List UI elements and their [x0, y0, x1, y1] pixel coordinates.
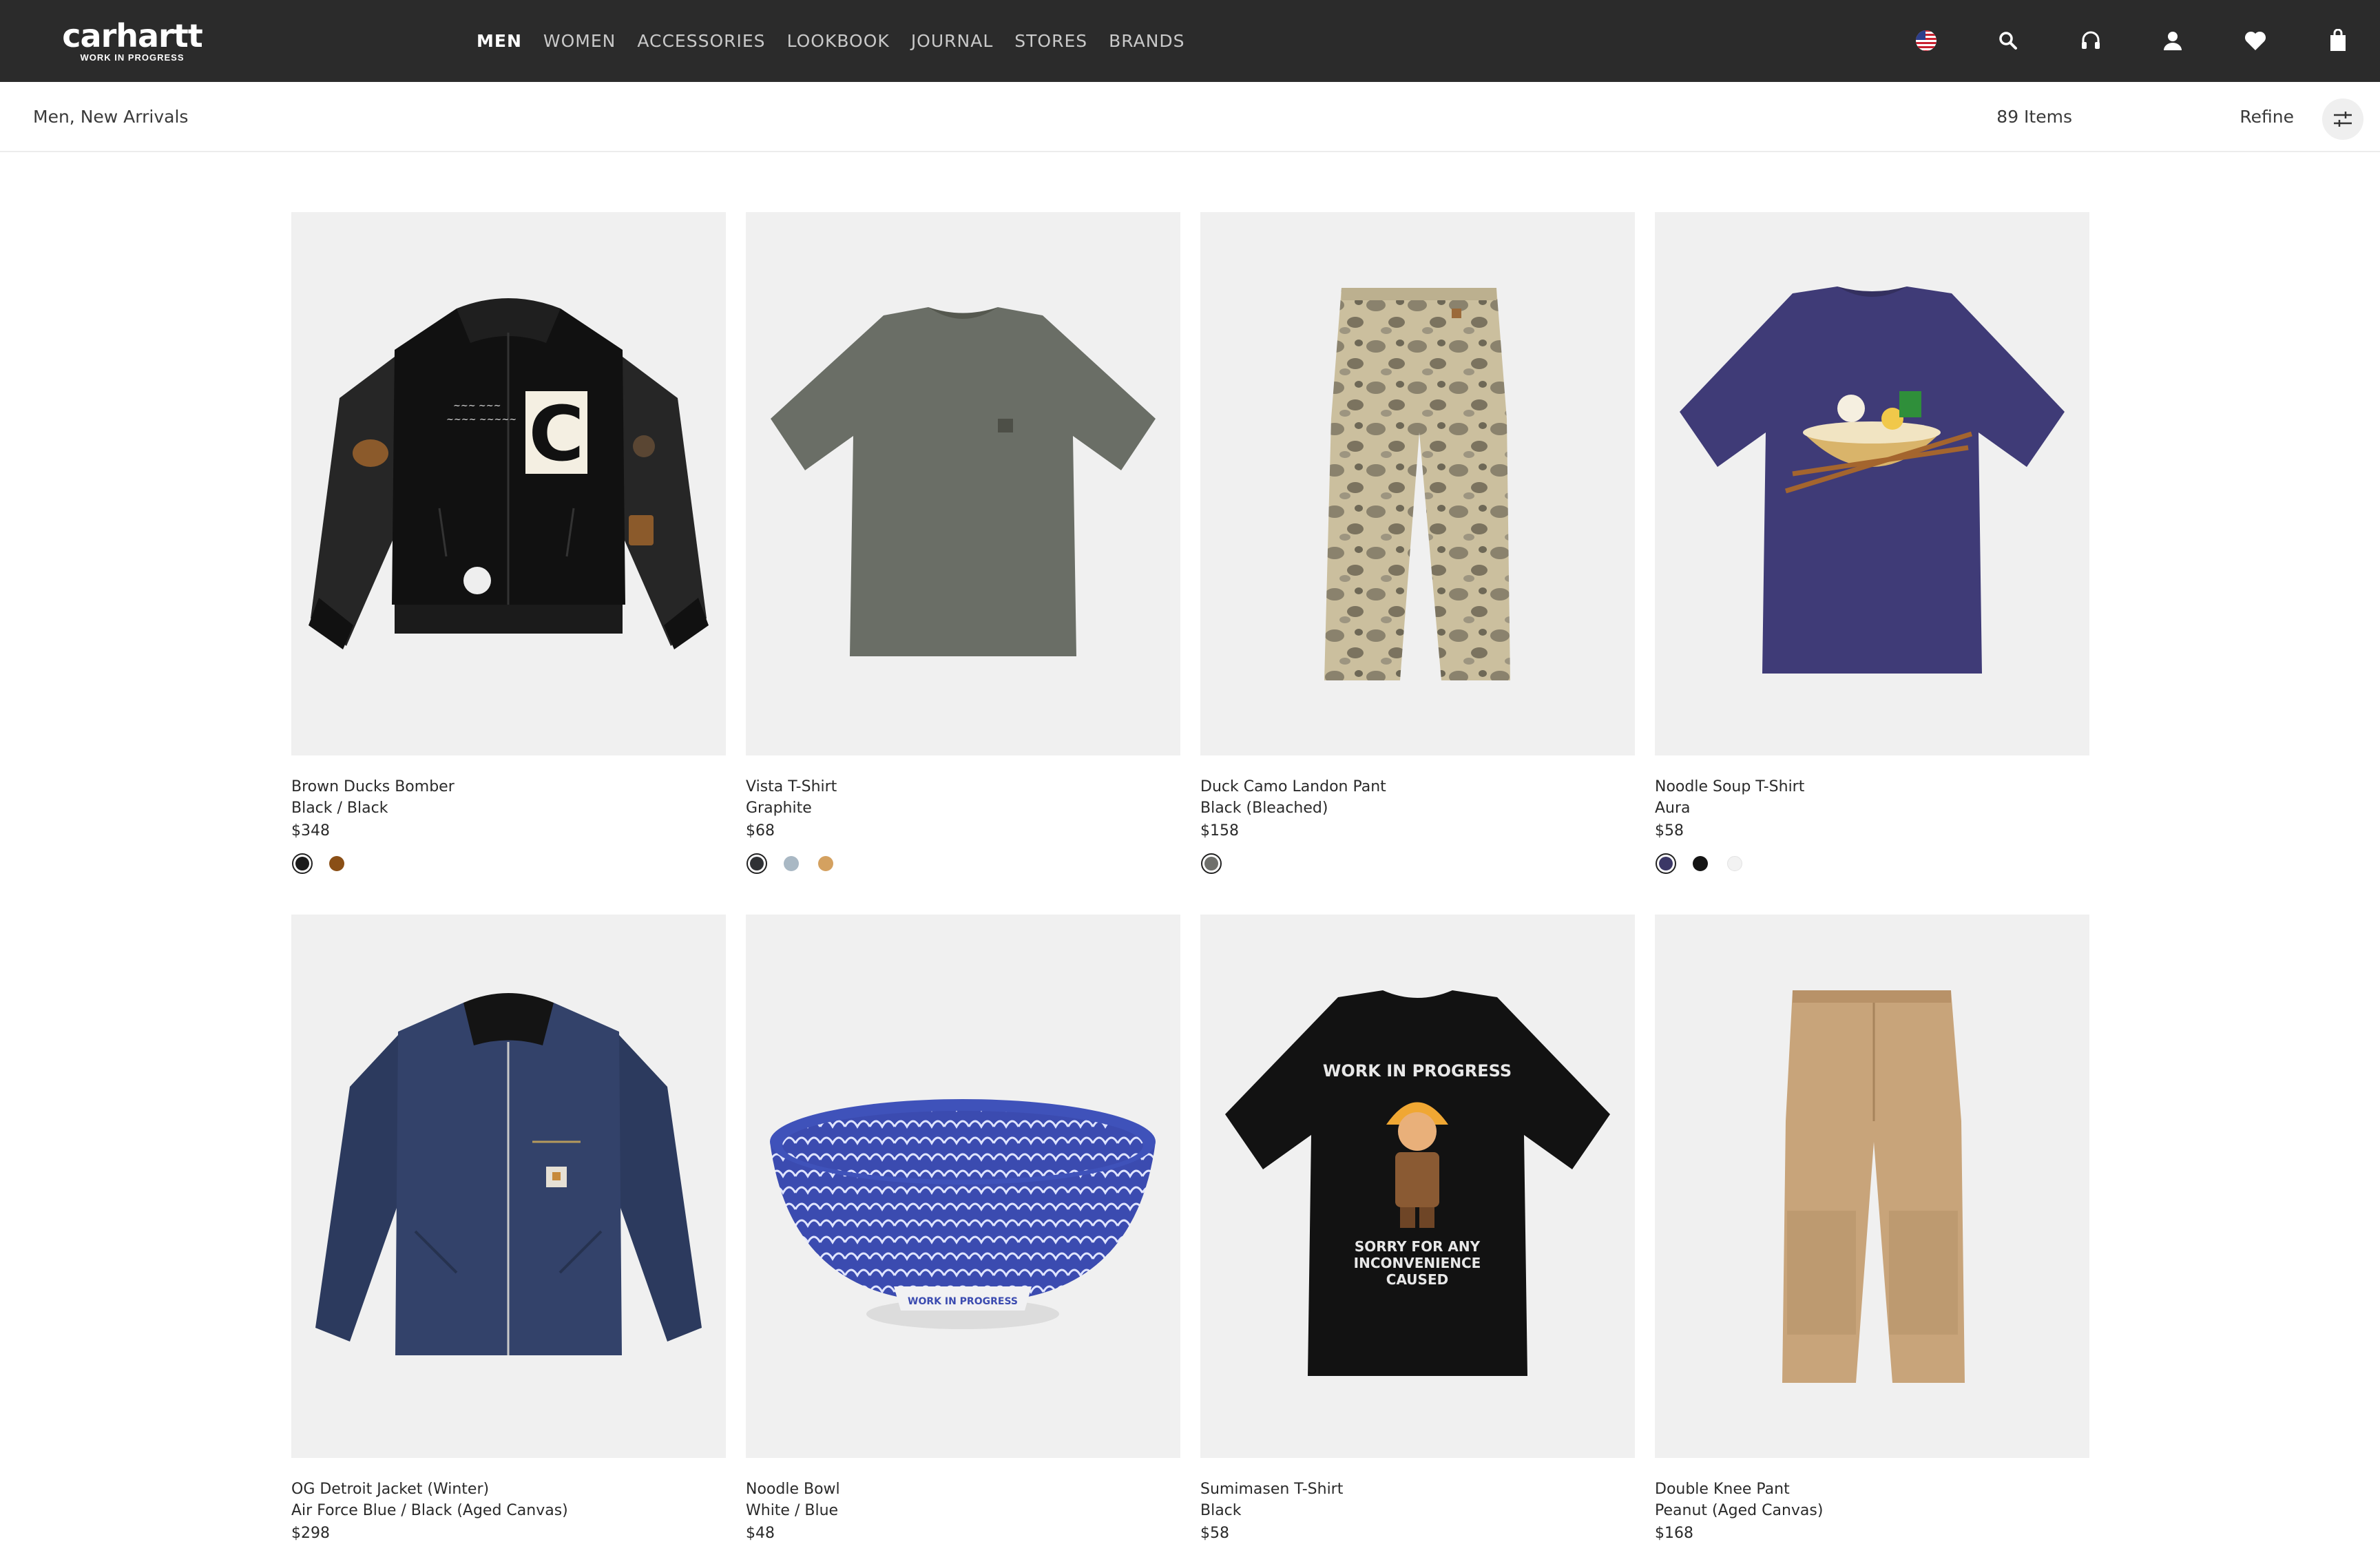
color-swatch-brown[interactable]	[329, 856, 344, 871]
product-color: Peanut (Aged Canvas)	[1655, 1502, 1824, 1519]
product-color: Graphite	[746, 800, 812, 817]
product-name[interactable]: Sumimasen T-Shirt	[1200, 1479, 1635, 1500]
svg-text:C: C	[529, 390, 585, 478]
product-price: $158	[1200, 822, 1239, 839]
color-swatch-aura[interactable]	[1656, 853, 1676, 874]
product-image[interactable]: WORK IN PROGRESS	[746, 915, 1180, 1458]
nav-item-women[interactable]: WOMEN	[543, 31, 616, 51]
color-swatch-white[interactable]	[1727, 856, 1742, 871]
product-price: $348	[291, 822, 330, 839]
tshirt-print-text: SORRY FOR ANY INCONVENIENCE CAUSED	[1353, 1238, 1481, 1288]
color-swatch-light-blue[interactable]	[784, 856, 799, 871]
nav-item-stores[interactable]: STORES	[1014, 31, 1087, 51]
product-meta: Noodle Soup T-Shirt Aura $58	[1655, 755, 2089, 875]
wishlist-heart-icon[interactable]	[2238, 23, 2273, 58]
refine-filter-button[interactable]	[2322, 98, 2363, 140]
product-image[interactable]	[1655, 915, 2089, 1458]
product-meta: Sumimasen T-Shirt Black $58	[1200, 1458, 1635, 1544]
product-card[interactable]: Double Knee Pant Peanut (Aged Canvas) $1…	[1655, 915, 2089, 1544]
product-image[interactable]	[746, 212, 1180, 755]
main-nav: MEN WOMEN ACCESSORIES LOOKBOOK JOURNAL S…	[477, 0, 1185, 82]
product-meta: Noodle Bowl White / Blue $48	[746, 1458, 1180, 1544]
product-price: $58	[1200, 1525, 1229, 1542]
product-name[interactable]: Brown Ducks Bomber	[291, 776, 726, 797]
product-name[interactable]: Duck Camo Landon Pant	[1200, 776, 1635, 797]
product-card[interactable]: C ~~~ ~~~ ~~~~ ~~~~~ Brown Ducks Bomber …	[291, 212, 726, 875]
account-icon[interactable]	[2155, 23, 2190, 58]
nav-item-brands[interactable]: BRANDS	[1109, 31, 1184, 51]
product-name[interactable]: Noodle Soup T-Shirt	[1655, 776, 2089, 797]
product-color: Black (Bleached)	[1200, 800, 1328, 817]
nav-item-lookbook[interactable]: LOOKBOOK	[787, 31, 890, 51]
product-price: $48	[746, 1525, 775, 1542]
site-header: carhartt WORK IN PROGRESS MEN WOMEN ACCE…	[0, 0, 2380, 82]
product-image[interactable]: WORK IN PROGRESS SORRY FOR ANY INCONVENI…	[1200, 915, 1635, 1458]
color-swatches	[1200, 853, 1635, 875]
carhartt-wip-logo[interactable]: carhartt WORK IN PROGRESS	[43, 17, 222, 63]
product-color: Black	[1200, 1502, 1242, 1519]
product-price: $298	[291, 1525, 330, 1542]
product-image[interactable]	[1655, 212, 2089, 755]
color-swatches	[291, 853, 726, 875]
svg-text:WORK IN PROGRESS: WORK IN PROGRESS	[1323, 1061, 1512, 1081]
product-color: Aura	[1655, 800, 1691, 817]
product-price: $168	[1655, 1525, 1693, 1542]
svg-text:~~~ ~~~: ~~~ ~~~	[453, 401, 501, 411]
headset-icon[interactable]	[2074, 23, 2108, 58]
breadcrumb: Men, New Arrivals	[33, 107, 189, 127]
color-swatches	[746, 853, 1180, 875]
product-meta: OG Detroit Jacket (Winter) Air Force Blu…	[291, 1458, 726, 1544]
refine-label[interactable]: Refine	[2240, 107, 2294, 127]
product-card[interactable]: OG Detroit Jacket (Winter) Air Force Blu…	[291, 915, 726, 1544]
nav-item-journal[interactable]: JOURNAL	[911, 31, 993, 51]
color-swatch-tan[interactable]	[818, 856, 833, 871]
product-card[interactable]: Vista T-Shirt Graphite $68	[746, 212, 1180, 875]
color-swatch-black[interactable]	[292, 853, 313, 874]
product-name[interactable]: Vista T-Shirt	[746, 776, 1180, 797]
product-color: Air Force Blue / Black (Aged Canvas)	[291, 1502, 568, 1519]
logo-wordmark: carhartt	[62, 17, 202, 54]
product-name[interactable]: OG Detroit Jacket (Winter)	[291, 1479, 726, 1500]
product-image[interactable]	[1200, 212, 1635, 755]
product-price: $68	[746, 822, 775, 839]
product-image[interactable]	[291, 915, 726, 1458]
search-icon[interactable]	[1991, 23, 2025, 58]
product-color: Black / Black	[291, 800, 388, 817]
shopping-bag-icon[interactable]	[2321, 23, 2355, 58]
color-swatch-camo[interactable]	[1201, 853, 1222, 874]
color-swatch-black[interactable]	[1693, 856, 1708, 871]
nav-item-men[interactable]: MEN	[477, 31, 522, 51]
product-name[interactable]: Noodle Bowl	[746, 1479, 1180, 1500]
color-swatch-graphite[interactable]	[747, 853, 767, 874]
product-price: $58	[1655, 822, 1684, 839]
product-card[interactable]: Noodle Soup T-Shirt Aura $58	[1655, 212, 2089, 875]
product-meta: Vista T-Shirt Graphite $68	[746, 755, 1180, 875]
product-image[interactable]: C ~~~ ~~~ ~~~~ ~~~~~	[291, 212, 726, 755]
product-name[interactable]: Double Knee Pant	[1655, 1479, 2089, 1500]
listing-toolbar: Men, New Arrivals 89 Items Refine	[0, 82, 2380, 152]
product-meta: Brown Ducks Bomber Black / Black $348	[291, 755, 726, 875]
color-swatches	[1655, 853, 2089, 875]
product-meta: Double Knee Pant Peanut (Aged Canvas) $1…	[1655, 1458, 2089, 1544]
nav-item-accessories[interactable]: ACCESSORIES	[637, 31, 765, 51]
product-color: White / Blue	[746, 1502, 839, 1519]
sliders-icon	[2334, 112, 2352, 127]
product-card[interactable]: WORK IN PROGRESS SORRY FOR ANY INCONVENI…	[1200, 915, 1635, 1544]
product-meta: Duck Camo Landon Pant Black (Bleached) $…	[1200, 755, 1635, 875]
svg-text:WORK IN PROGRESS: WORK IN PROGRESS	[908, 1296, 1018, 1307]
product-card[interactable]: Duck Camo Landon Pant Black (Bleached) $…	[1200, 212, 1635, 875]
us-flag-icon[interactable]	[1909, 23, 1943, 58]
items-count: 89 Items	[1996, 107, 2072, 127]
product-card[interactable]: WORK IN PROGRESS Noodle Bowl White / Blu…	[746, 915, 1180, 1544]
svg-text:~~~~ ~~~~~: ~~~~ ~~~~~	[446, 415, 516, 425]
